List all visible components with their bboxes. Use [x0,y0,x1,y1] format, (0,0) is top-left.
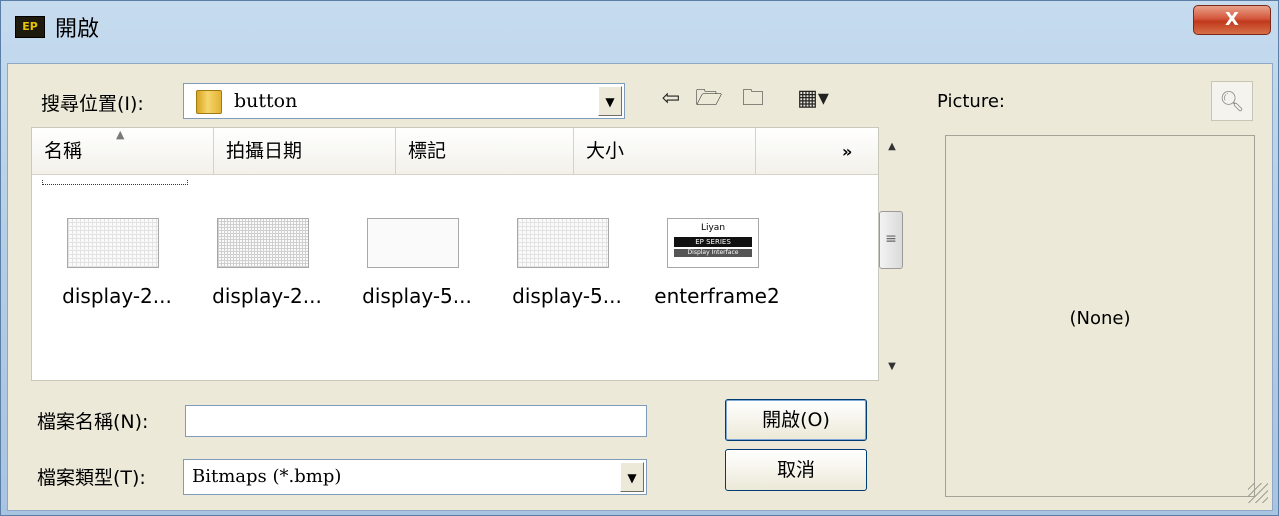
open-dialog: EP 開啟 X 搜尋位置(I): button ▼ ⇦ 🗁 🗀 ▦▾ ▲ 名稱 … [0,0,1279,516]
file-list[interactable]: ▲ 名稱 拍攝日期 標記 大小 » display-2... display-2… [31,127,879,381]
file-thumbnail [367,218,459,268]
list-header: ▲ 名稱 拍攝日期 標記 大小 » [32,128,878,175]
list-item[interactable]: display-2... [42,218,182,318]
app-icon: EP [15,16,45,38]
magnifier-icon: 🔍︎ [1219,89,1245,113]
file-thumbnail [217,218,309,268]
cancel-button[interactable]: 取消 [725,449,867,491]
logo-sub: Display Interface [674,249,752,257]
filetype-value: Bitmaps (*.bmp) [192,466,342,487]
filename-input[interactable] [185,405,647,437]
filetype-label: 檔案類型(T): [37,467,146,489]
sort-up-icon: ▲ [116,128,125,141]
chevron-down-icon[interactable]: ▼ [598,86,622,116]
column-tags[interactable]: 標記 [396,128,574,174]
preview-none-text: (None) [1069,308,1131,329]
scroll-thumb[interactable]: ≡ [879,211,903,269]
file-name: display-2... [62,284,172,308]
list-item[interactable]: Liyan EP SERIES Display Interface enterf… [642,218,782,318]
folder-icon [196,90,222,114]
file-name: display-2... [212,284,322,308]
file-name: display-5... [362,284,472,308]
chevron-down-icon[interactable]: ▼ [620,462,644,492]
focus-indicator [42,180,188,185]
list-item[interactable]: display-5... [492,218,632,318]
title-bar: EP 開啟 X [1,1,1278,55]
vertical-scrollbar[interactable]: ▲ ≡ ▼ [877,127,907,381]
column-size[interactable]: 大小 [574,128,756,174]
lookin-value: button [234,90,298,112]
logo-brand: Liyan [700,223,726,233]
scroll-down-icon[interactable]: ▼ [883,361,901,377]
close-button[interactable]: X [1193,5,1271,35]
lookin-combobox[interactable]: button ▼ [183,83,625,119]
picture-preview: (None) [945,135,1255,497]
back-arrow-icon[interactable]: ⇦ [657,85,685,113]
file-name: enterframe2 [654,284,780,308]
resize-grip-icon[interactable] [1248,483,1268,503]
file-thumbnail: Liyan EP SERIES Display Interface [667,218,759,268]
lookin-label: 搜尋位置(I): [41,93,144,115]
column-name-label: 名稱 [44,140,83,162]
window-title: 開啟 [55,17,100,42]
picture-label: Picture: [937,91,1005,112]
new-folder-icon[interactable]: 🗀 [739,85,767,113]
file-thumbnail [517,218,609,268]
logo-series: EP SERIES [674,237,752,247]
filetype-combobox[interactable]: Bitmaps (*.bmp) ▼ [183,459,647,495]
preview-toggle-button[interactable]: 🔍︎ [1211,81,1253,121]
up-folder-icon[interactable]: 🗁 [695,85,723,113]
file-name: display-5... [512,284,622,308]
filename-label: 檔案名稱(N): [37,411,149,433]
view-menu-icon[interactable]: ▦▾ [787,85,839,113]
file-thumbnail [67,218,159,268]
column-name[interactable]: ▲ 名稱 [32,128,214,174]
scroll-up-icon[interactable]: ▲ [883,141,901,157]
list-item[interactable]: display-2... [192,218,332,318]
column-date[interactable]: 拍攝日期 [214,128,396,174]
list-item[interactable]: display-5... [342,218,482,318]
more-columns-button[interactable]: » [842,128,852,176]
open-button[interactable]: 開啟(O) [725,399,867,441]
